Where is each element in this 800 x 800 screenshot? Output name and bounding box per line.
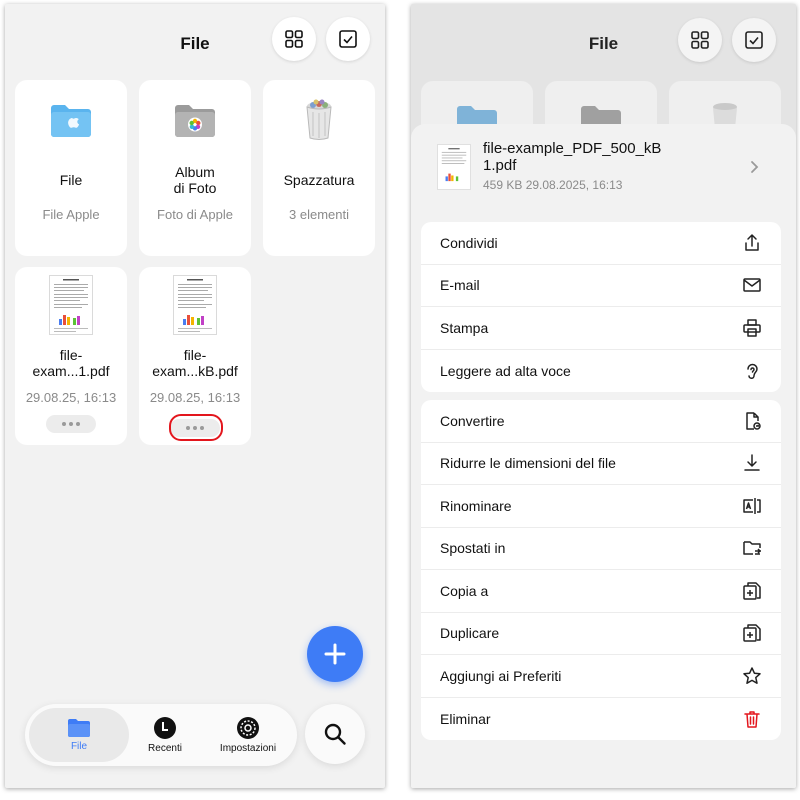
highlight-annotation xyxy=(169,414,223,441)
location-card-trash[interactable]: Spazzatura 3 elementi xyxy=(263,80,375,256)
file-name: file- exam...1.pdf xyxy=(32,347,110,379)
checkbox-icon xyxy=(745,31,763,49)
file-actions-group: Convertire Ridurre le dimensioni del fil… xyxy=(421,400,781,740)
search-button[interactable] xyxy=(305,704,365,764)
share-icon xyxy=(745,234,759,251)
printer-icon xyxy=(743,319,761,337)
action-email[interactable]: E-mail xyxy=(421,265,781,307)
select-button[interactable] xyxy=(732,18,776,62)
clock-icon xyxy=(154,717,176,739)
file-info-header[interactable]: file-example_PDF_500_kB 1.pdf 459 KB 29.… xyxy=(437,138,777,196)
action-copy-to[interactable]: Copia a xyxy=(421,570,781,613)
tab-label: Impostazioni xyxy=(219,743,277,754)
download-icon xyxy=(744,454,760,471)
mail-icon xyxy=(743,278,761,292)
search-icon xyxy=(324,723,346,745)
action-rename[interactable]: Rinominare xyxy=(421,485,781,528)
card-title: Album di Foto xyxy=(173,164,217,196)
action-convert[interactable]: Convertire xyxy=(421,400,781,443)
action-compress[interactable]: Ridurre le dimensioni del file xyxy=(421,443,781,485)
convert-file-icon xyxy=(746,412,761,430)
rename-icon xyxy=(743,497,761,514)
file-date: 29.08.25, 16:13 xyxy=(149,390,241,405)
file-meta: 459 KB 29.08.2025, 16:13 xyxy=(483,178,623,192)
dot-icon xyxy=(62,422,66,426)
file-card[interactable]: file- exam...1.pdf 29.08.25, 16:13 xyxy=(15,267,127,445)
dot-icon xyxy=(69,422,73,426)
location-card-photos[interactable]: Album di Foto Foto di Apple xyxy=(139,80,251,256)
grid-view-button[interactable] xyxy=(272,17,316,61)
photos-folder-icon xyxy=(175,105,215,137)
plus-icon xyxy=(324,643,346,665)
pdf-thumbnail xyxy=(173,275,217,335)
copy-icon xyxy=(743,582,761,600)
action-label: Ridurre le dimensioni del file xyxy=(440,455,616,472)
folder-icon xyxy=(68,719,90,737)
tab-bar: File Recenti Impostazioni xyxy=(25,704,297,766)
action-label: Eliminar xyxy=(440,710,491,727)
location-card-files[interactable]: File File Apple xyxy=(15,80,127,256)
card-subtitle: File Apple xyxy=(42,207,100,222)
chevron-right-icon xyxy=(751,161,759,173)
grid-icon xyxy=(285,30,303,48)
share-actions-group: Condividi E-mail Stampa Leggere ad alta … xyxy=(421,222,781,392)
action-label: Leggere ad alta voce xyxy=(440,362,571,379)
card-subtitle: 3 elementi xyxy=(289,207,349,222)
tab-label: Recenti xyxy=(148,743,182,754)
action-label: E-mail xyxy=(440,277,480,294)
gear-icon xyxy=(237,717,259,739)
pdf-thumbnail xyxy=(49,275,93,335)
ear-icon xyxy=(747,363,758,379)
grid-icon xyxy=(691,31,709,49)
dot-icon xyxy=(76,422,80,426)
file-name: file- exam...kB.pdf xyxy=(152,347,238,379)
tab-recent[interactable]: Recenti xyxy=(129,708,201,762)
add-button[interactable] xyxy=(307,626,363,682)
file-actions-screen: File file-example_PDF_500_kB 1.pdf 459 K… xyxy=(411,4,796,788)
card-title: Spazzatura xyxy=(283,172,355,188)
action-read-aloud[interactable]: Leggere ad alta voce xyxy=(421,350,781,393)
action-label: Rinominare xyxy=(440,497,512,514)
action-label: Copia a xyxy=(440,582,489,599)
select-button[interactable] xyxy=(326,17,370,61)
more-options-button[interactable] xyxy=(46,415,96,433)
action-label: Duplicare xyxy=(440,625,500,642)
files-screen: File File File Apple Album di Foto Foto … xyxy=(5,4,385,788)
action-label: Condividi xyxy=(440,234,498,251)
grid-view-button[interactable] xyxy=(678,18,722,62)
folder-icon xyxy=(51,105,91,137)
actions-sheet: file-example_PDF_500_kB 1.pdf 459 KB 29.… xyxy=(411,124,796,788)
trash-icon xyxy=(744,711,760,728)
action-print[interactable]: Stampa xyxy=(421,307,781,350)
checkbox-icon xyxy=(339,30,357,48)
action-label: Spostati in xyxy=(440,540,506,557)
tab-settings[interactable]: Impostazioni xyxy=(203,708,293,762)
file-date: 29.08.25, 16:13 xyxy=(25,390,117,405)
action-duplicate[interactable]: Duplicare xyxy=(421,613,781,655)
trash-bin-icon xyxy=(306,99,332,140)
action-label: Stampa xyxy=(440,319,489,336)
tab-label: File xyxy=(70,741,88,752)
star-icon xyxy=(743,667,761,684)
card-title: File xyxy=(59,172,83,188)
action-share[interactable]: Condividi xyxy=(421,222,781,265)
duplicate-icon xyxy=(743,624,761,642)
pdf-thumbnail xyxy=(437,144,471,190)
action-label: Aggiungi ai Preferiti xyxy=(440,667,562,684)
action-add-favorite[interactable]: Aggiungi ai Preferiti xyxy=(421,655,781,698)
tab-files[interactable]: File xyxy=(29,708,129,762)
action-label: Convertire xyxy=(440,412,505,429)
card-subtitle: Foto di Apple xyxy=(157,207,233,222)
move-folder-icon xyxy=(743,541,761,555)
action-delete[interactable]: Eliminar xyxy=(421,698,781,741)
file-name: file-example_PDF_500_kB 1.pdf xyxy=(483,140,662,174)
action-move[interactable]: Spostati in xyxy=(421,528,781,570)
